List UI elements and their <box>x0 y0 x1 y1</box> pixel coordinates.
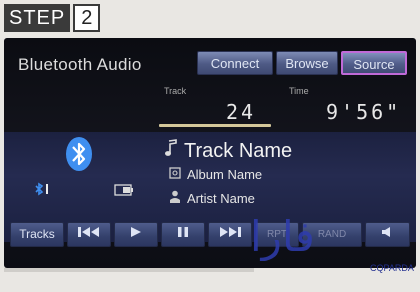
bluetooth-icon <box>64 136 94 177</box>
play-button[interactable] <box>114 222 158 247</box>
music-note-icon <box>164 139 178 163</box>
watermark-tag: CQPARDA <box>370 263 414 273</box>
speaker-icon <box>381 223 395 246</box>
artist-name: Artist Name <box>187 190 255 206</box>
previous-track-button[interactable] <box>67 222 111 247</box>
pause-icon <box>177 223 189 246</box>
battery-icon <box>114 183 134 201</box>
track-number: 24 <box>226 100 257 124</box>
source-button[interactable]: Source <box>341 51 407 75</box>
track-label: Track <box>164 86 187 96</box>
audio-screen: Bluetooth Audio Connect Browse Source Tr… <box>4 38 416 268</box>
step-label: STEP <box>4 4 71 32</box>
album-name: Album Name <box>187 167 263 182</box>
browse-button[interactable]: Browse <box>276 51 338 75</box>
album-icon <box>169 167 181 182</box>
progress-bar <box>159 124 271 127</box>
pause-button[interactable] <box>161 222 205 247</box>
track-name-row: Track Name <box>164 139 292 163</box>
play-icon <box>130 223 142 246</box>
track-name: Track Name <box>184 139 293 162</box>
artist-row: Artist Name <box>169 190 255 206</box>
album-row: Album Name <box>169 167 262 182</box>
next-track-icon <box>218 223 242 246</box>
watermark: فارا <box>250 212 315 261</box>
tracks-button[interactable]: Tracks <box>10 222 64 247</box>
time-label: Time <box>289 86 309 96</box>
time-value: 9'56" <box>326 100 402 124</box>
footer-strip <box>4 268 254 272</box>
volume-button[interactable] <box>365 222 410 247</box>
connect-button[interactable]: Connect <box>197 51 273 75</box>
next-track-button[interactable] <box>208 222 252 247</box>
step-number: 2 <box>73 4 101 32</box>
screen-title: Bluetooth Audio <box>18 55 142 74</box>
step-header: STEP 2 <box>4 4 101 32</box>
artist-icon <box>169 190 181 206</box>
previous-track-icon <box>77 223 101 246</box>
bluetooth-status-icon <box>34 182 54 201</box>
